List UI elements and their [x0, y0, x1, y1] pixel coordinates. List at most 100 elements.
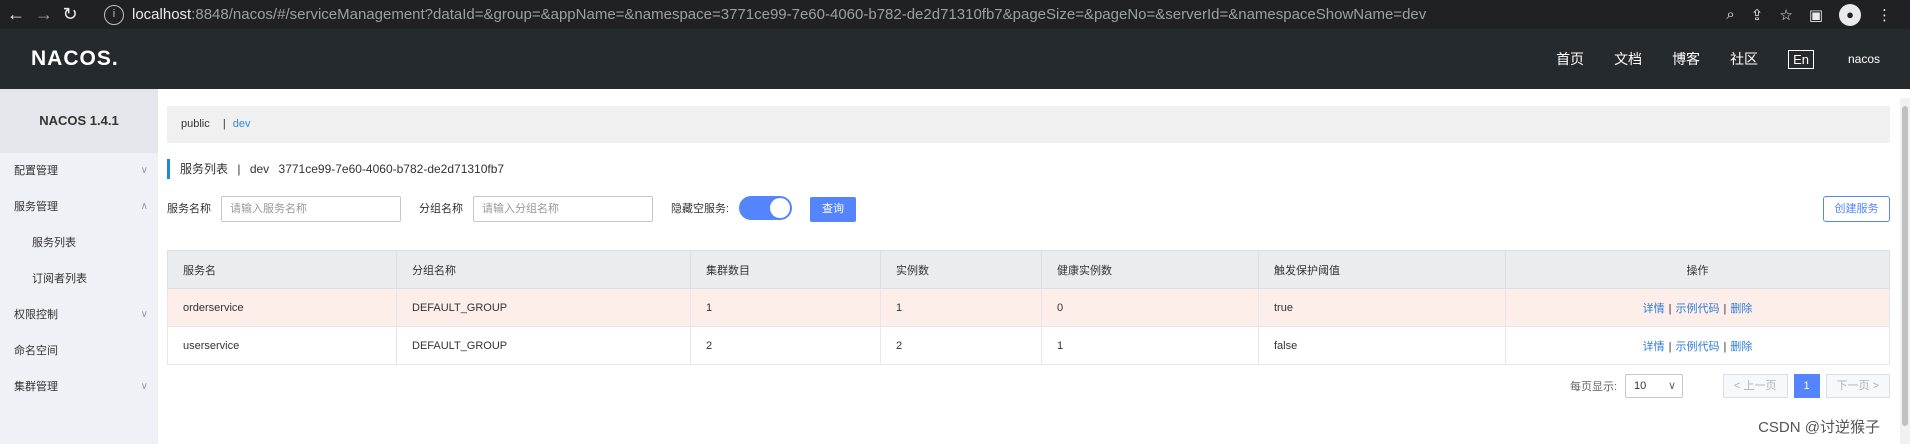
sidebar-item-label: 权限控制: [14, 309, 58, 321]
cell-clusters: 2: [690, 326, 881, 365]
zoom-icon[interactable]: ⌕: [1726, 6, 1734, 23]
scrollbar-thumb[interactable]: [1902, 106, 1908, 426]
nav-docs[interactable]: 文档: [1614, 49, 1642, 69]
cell-service-name: userservice: [167, 326, 397, 365]
title-separator: |: [237, 162, 241, 176]
prev-page-button[interactable]: < 上一页: [1723, 374, 1788, 398]
sample-code-link[interactable]: 示例代码: [1676, 341, 1720, 353]
page-title: 服务列表 | dev 3771ce99-7e60-4060-b782-de2d7…: [167, 159, 504, 179]
sidebar-item-service-mgmt[interactable]: 服务管理 ∧: [0, 189, 158, 225]
menu-kebab-icon[interactable]: ⋮: [1877, 6, 1892, 24]
action-separator: |: [1668, 302, 1672, 315]
pagination: 每页显示: 10 ∨ < 上一页 1 下一页 >: [1570, 374, 1890, 398]
browser-toolbar: ← → ↻ i localhost:8848/nacos/#/serviceMa…: [0, 0, 1910, 29]
col-healthy-count: 健康实例数: [1041, 250, 1259, 289]
language-switch[interactable]: En: [1788, 49, 1814, 69]
watermark: CSDN @讨逆猴子: [1758, 419, 1880, 436]
cell-instances: 2: [880, 326, 1042, 365]
cell-protect: false: [1258, 326, 1506, 365]
sidebar-version-title: NACOS 1.4.1: [0, 89, 158, 153]
sidebar-item-cluster[interactable]: 集群管理 ∨: [0, 369, 158, 405]
page-size-select[interactable]: 10 ∨: [1625, 374, 1684, 398]
query-button[interactable]: 查询: [810, 197, 856, 222]
create-service-button[interactable]: 创建服务: [1823, 196, 1890, 222]
cell-group: DEFAULT_GROUP: [396, 288, 691, 327]
sidebar-item-auth[interactable]: 权限控制 ∨: [0, 297, 158, 333]
action-separator: |: [1723, 302, 1727, 315]
next-page-button[interactable]: 下一页 >: [1825, 374, 1890, 398]
detail-link[interactable]: 详情: [1643, 341, 1665, 353]
table-row: orderservice DEFAULT_GROUP 1 1 0 true 详情…: [167, 288, 1890, 327]
sidebar-item-label: 集群管理: [14, 381, 58, 393]
chevron-down-icon: ∨: [1667, 380, 1677, 392]
sidebar: NACOS 1.4.1 配置管理 ∨ 服务管理 ∧ 服务列表 订阅者列表 权限控…: [0, 89, 158, 444]
cell-healthy: 1: [1041, 326, 1259, 365]
user-menu[interactable]: nacos: [1848, 52, 1880, 66]
cell-healthy: 0: [1041, 288, 1259, 327]
delete-link[interactable]: 删除: [1730, 341, 1752, 353]
group-name-input[interactable]: 请输入分组名称: [473, 196, 653, 222]
chevron-down-icon: ∨: [140, 309, 148, 320]
side-panel-icon[interactable]: ▣: [1809, 6, 1823, 24]
top-nav: 首页 文档 博客 社区 En nacos: [1556, 29, 1910, 89]
profile-avatar-icon[interactable]: ●: [1839, 3, 1861, 26]
detail-link[interactable]: 详情: [1643, 303, 1665, 315]
sidebar-item-label: 命名空间: [14, 345, 58, 357]
namespace-bar: public | dev: [167, 106, 1890, 143]
cell-actions: 详情 | 示例代码 | 删除: [1505, 326, 1890, 365]
site-info-icon[interactable]: i: [104, 4, 124, 25]
url-path: :8848/nacos/#/serviceManagement?dataId=&…: [191, 6, 1427, 23]
page-scrollbar[interactable]: [1900, 98, 1910, 444]
per-page-label: 每页显示:: [1569, 381, 1618, 393]
sample-code-link[interactable]: 示例代码: [1676, 303, 1720, 315]
reload-icon[interactable]: ↻: [56, 4, 84, 25]
sidebar-item-service-list[interactable]: 服务列表: [0, 225, 158, 261]
forward-arrow-icon[interactable]: →: [30, 4, 58, 25]
toggle-knob: [770, 198, 790, 218]
page-number-current[interactable]: 1: [1793, 374, 1820, 398]
sidebar-item-config[interactable]: 配置管理 ∨: [0, 153, 158, 189]
service-name-input[interactable]: 请输入服务名称: [221, 196, 401, 222]
cell-protect: true: [1258, 288, 1506, 327]
service-name-label: 服务名称: [167, 203, 211, 215]
col-protect-threshold: 触发保护阈值: [1258, 250, 1506, 289]
action-separator: |: [1668, 340, 1672, 353]
namespace-separator: |: [222, 118, 226, 130]
address-bar[interactable]: i localhost:8848/nacos/#/serviceManageme…: [104, 0, 1704, 29]
nacos-logo[interactable]: NACOS.: [31, 47, 119, 71]
namespace-name: dev: [249, 162, 270, 176]
sidebar-item-label: 服务管理: [14, 201, 58, 213]
cell-actions: 详情 | 示例代码 | 删除: [1505, 288, 1890, 327]
sidebar-item-label: 配置管理: [14, 165, 58, 177]
sidebar-item-subscribers[interactable]: 订阅者列表: [0, 261, 158, 297]
col-service-name: 服务名: [167, 250, 397, 289]
url-host: localhost: [132, 6, 192, 23]
cell-service-name: orderservice: [167, 288, 397, 327]
nav-home[interactable]: 首页: [1556, 49, 1584, 69]
nav-blog[interactable]: 博客: [1672, 49, 1700, 69]
chevron-down-icon: ∨: [140, 381, 148, 392]
namespace-id: 3771ce99-7e60-4060-b782-de2d71310fb7: [278, 162, 505, 176]
service-table: 服务名 分组名称 集群数目 实例数 健康实例数 触发保护阈值 操作 orders…: [167, 250, 1890, 365]
delete-link[interactable]: 删除: [1730, 303, 1752, 315]
action-separator: |: [1723, 340, 1727, 353]
page-size-value: 10: [1634, 380, 1647, 392]
namespace-public[interactable]: public: [181, 118, 210, 130]
group-name-label: 分组名称: [419, 203, 463, 215]
chevron-down-icon: ∨: [140, 165, 148, 176]
hide-empty-toggle[interactable]: [739, 196, 792, 220]
nav-community[interactable]: 社区: [1730, 49, 1758, 69]
chevron-up-icon: ∧: [140, 201, 148, 212]
namespace-dev[interactable]: dev: [233, 118, 251, 130]
col-actions: 操作: [1505, 250, 1890, 289]
back-arrow-icon[interactable]: ←: [2, 4, 30, 25]
cell-instances: 1: [880, 288, 1042, 327]
bookmark-star-icon[interactable]: ☆: [1779, 6, 1792, 24]
col-group-name: 分组名称: [396, 250, 691, 289]
cell-group: DEFAULT_GROUP: [396, 326, 691, 365]
filter-bar: 服务名称 请输入服务名称 分组名称 请输入分组名称 隐藏空服务: 查询 创建服务: [167, 196, 1890, 222]
table-header-row: 服务名 分组名称 集群数目 实例数 健康实例数 触发保护阈值 操作: [167, 250, 1890, 289]
share-icon[interactable]: ⇪: [1751, 6, 1764, 24]
col-instance-count: 实例数: [880, 250, 1042, 289]
sidebar-item-namespace[interactable]: 命名空间: [0, 333, 158, 369]
